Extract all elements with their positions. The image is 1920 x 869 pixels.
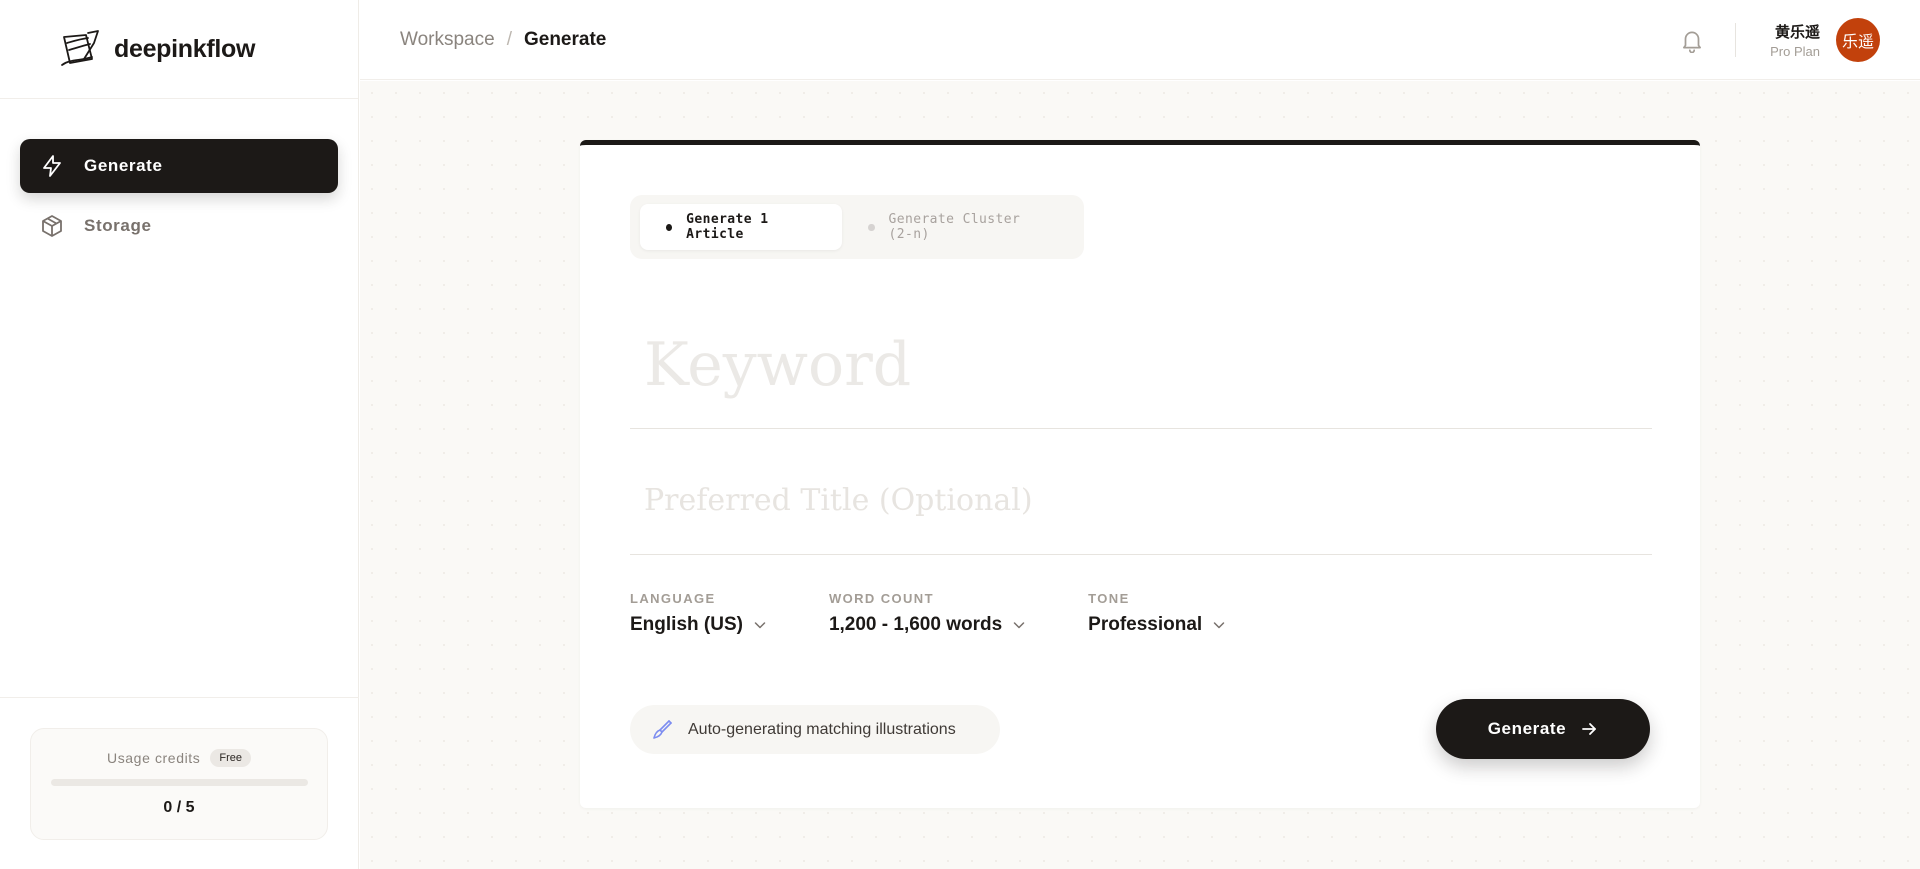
language-value: English (US) (630, 614, 743, 635)
quill-logo-icon (61, 30, 99, 66)
top-header: Workspace / Generate 黄乐遥 Pro Plan 乐遥 (360, 0, 1920, 80)
tab-label: Generate Cluster (2-n) (888, 212, 1021, 242)
word-count-select[interactable]: 1,200 - 1,600 words (829, 614, 1026, 636)
header-actions: 黄乐遥 Pro Plan 乐遥 (1679, 0, 1880, 80)
language-label: LANGUAGE (630, 591, 716, 606)
illustrations-note-text: Auto-generating matching illustrations (688, 720, 956, 738)
preferred-title-input[interactable] (630, 450, 1652, 550)
chevron-down-icon (1213, 622, 1225, 629)
tone-option: TONE Professional (1088, 591, 1226, 636)
sidebar-nav: Generate Storage (0, 99, 358, 253)
avatar[interactable]: 乐遥 (1836, 18, 1880, 62)
tone-select[interactable]: Professional (1088, 614, 1226, 636)
breadcrumb-current: Generate (523, 28, 607, 50)
mode-toggle: Generate 1 Article Generate Cluster (2-n… (630, 195, 1084, 259)
header-divider (1735, 23, 1737, 57)
generate-button-label: Generate (1487, 719, 1567, 738)
arrow-right-icon (1582, 723, 1597, 735)
chevron-down-icon (1013, 622, 1025, 629)
tone-label: TONE (1088, 591, 1130, 606)
sidebar-footer: Usage credits Free 0 / 5 (0, 697, 359, 869)
box-icon (42, 215, 62, 237)
tab-dot-icon (868, 223, 875, 231)
bell-icon[interactable] (1679, 27, 1705, 53)
word-count-value: 1,200 - 1,600 words (828, 614, 1003, 635)
tab-generate-article[interactable]: Generate 1 Article (640, 204, 843, 250)
sidebar-item-storage[interactable]: Storage (20, 199, 338, 253)
lightning-icon (43, 155, 61, 177)
credits-count: 0 / 5 (163, 799, 195, 816)
tab-dot-icon (666, 223, 673, 231)
illustrations-notice: Auto-generating matching illustrations (630, 705, 1000, 754)
generate-card: Generate 1 Article Generate Cluster (2-n… (580, 140, 1700, 808)
keyword-input[interactable] (630, 305, 1652, 425)
language-select[interactable]: English (US) (630, 614, 767, 636)
tone-value: Professional (1088, 614, 1203, 635)
brand-name: deepinkflow (114, 34, 256, 63)
breadcrumb-separator: / (506, 28, 512, 50)
credits-progress-bar (50, 779, 308, 786)
word-count-label: WORD COUNT (828, 591, 934, 606)
preferred-title-field (630, 450, 1652, 555)
breadcrumb: Workspace / Generate (400, 29, 606, 51)
language-option: LANGUAGE English (US) (630, 591, 767, 636)
sidebar-item-label: Generate (84, 156, 163, 175)
user-plan: Pro Plan (1770, 44, 1820, 59)
plan-badge: Free (210, 749, 252, 767)
generation-options: LANGUAGE English (US) WORD COUNT 1,200 -… (630, 591, 1288, 636)
sidebar: deepinkflow Generate Storage Usage credi… (0, 0, 359, 869)
user-info[interactable]: 黄乐遥 Pro Plan (1770, 21, 1820, 59)
chevron-down-icon (754, 622, 766, 629)
tab-label: Generate 1 Article (686, 212, 769, 242)
user-name: 黄乐遥 (1774, 24, 1820, 41)
sidebar-item-label: Storage (84, 216, 152, 235)
paintbrush-icon (653, 719, 672, 739)
sidebar-item-generate[interactable]: Generate (20, 139, 338, 193)
keyword-field (630, 305, 1652, 429)
usage-credits-label: Usage credits (106, 750, 201, 766)
main-canvas: Generate 1 Article Generate Cluster (2-n… (360, 81, 1920, 869)
generate-button[interactable]: Generate (1436, 699, 1650, 759)
usage-credits-card: Usage credits Free 0 / 5 (30, 728, 328, 840)
tab-generate-cluster[interactable]: Generate Cluster (2-n) (842, 204, 1074, 250)
brand[interactable]: deepinkflow (0, 0, 358, 99)
word-count-option: WORD COUNT 1,200 - 1,600 words (829, 591, 1026, 636)
breadcrumb-workspace[interactable]: Workspace (400, 29, 495, 51)
